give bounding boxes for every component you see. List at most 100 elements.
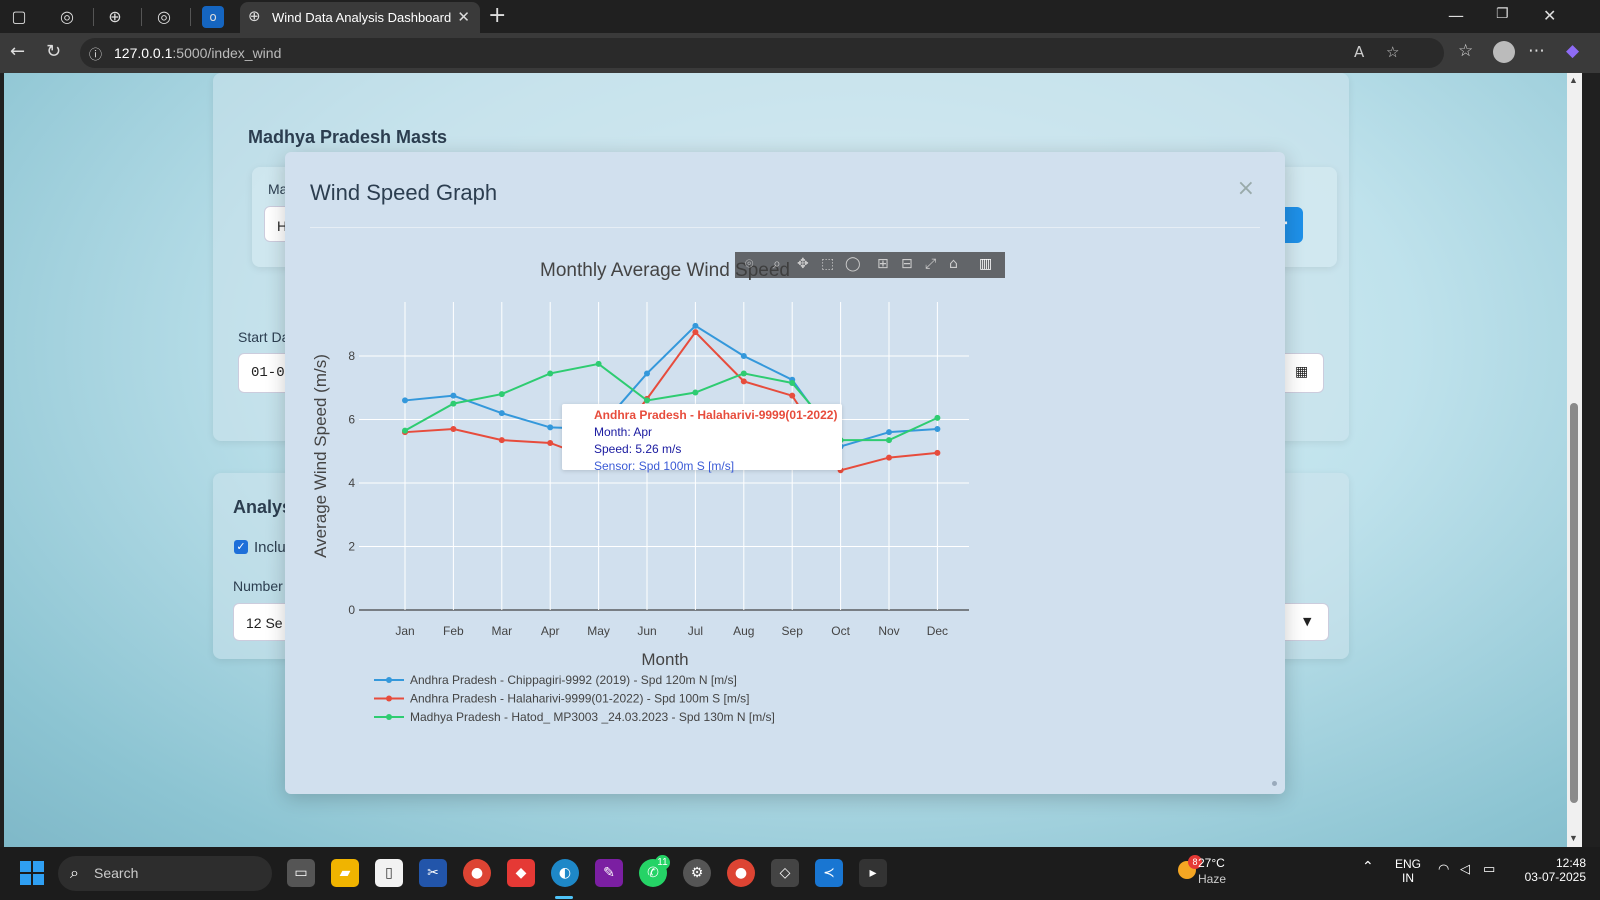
pan-icon[interactable]: ✥: [797, 256, 809, 272]
paint-icon[interactable]: ✎: [595, 859, 623, 887]
home-icon[interactable]: ⌂: [949, 256, 958, 272]
tab-actions-icon[interactable]: ▢: [8, 6, 30, 28]
number-select[interactable]: 12 Se: [233, 603, 293, 641]
git-icon[interactable]: ◇: [771, 859, 799, 887]
x-tick-label: May: [587, 624, 610, 638]
close-window-icon[interactable]: ✕: [1543, 6, 1556, 25]
taskbar-search[interactable]: ⌕ Search: [58, 856, 272, 891]
tooltip-month: Month: Apr: [594, 425, 653, 439]
plotly-logo-icon[interactable]: ▥: [979, 256, 992, 272]
data-point: [547, 370, 554, 377]
include-checkbox[interactable]: ✓: [234, 540, 248, 554]
include-label: Inclu: [254, 539, 286, 556]
anydesk-icon[interactable]: ◆: [507, 859, 535, 887]
data-point: [692, 329, 699, 336]
x-tick-label: Nov: [878, 624, 899, 638]
data-point: [886, 429, 892, 436]
back-icon[interactable]: ←: [10, 41, 25, 62]
tab-close-icon[interactable]: ✕: [457, 8, 470, 26]
data-point: [740, 352, 747, 359]
minimize-icon[interactable]: —: [1448, 6, 1464, 25]
chevron-down-icon: ▼: [1303, 615, 1312, 628]
legend-label: Andhra Pradesh - Halaharivi-9999(01-2022…: [410, 692, 750, 706]
tab-outlook-icon[interactable]: o: [202, 6, 224, 28]
tooltip-speed: Speed: 5.26 m/s: [594, 442, 682, 456]
settings-gear-icon[interactable]: ⚙: [683, 859, 711, 887]
tab-openai-icon-2[interactable]: ◎: [153, 6, 175, 28]
file-explorer-icon[interactable]: ▰: [331, 859, 359, 887]
favorites-icon[interactable]: ☆: [1458, 41, 1473, 61]
number-label: Number: [233, 578, 283, 594]
legend-marker: [386, 695, 392, 702]
temperature: 27°C: [1198, 856, 1225, 870]
camera-icon[interactable]: ⌾: [745, 256, 753, 272]
chrome-profile-icon[interactable]: ●: [727, 859, 755, 887]
info-icon[interactable]: ⓘ: [89, 44, 102, 63]
tab-separator: [93, 8, 94, 26]
x-tick-label: Aug: [733, 624, 754, 638]
section-title: Madhya Pradesh Masts: [248, 127, 448, 147]
url-text: 127.0.0.1:5000/index_wind: [114, 45, 282, 61]
refresh-icon[interactable]: ↻: [46, 41, 61, 62]
tab-globe-icon[interactable]: ⊕: [104, 6, 126, 28]
data-point: [692, 389, 699, 396]
active-app-indicator: [555, 896, 573, 899]
favorite-star-icon[interactable]: ☆: [1386, 43, 1399, 61]
resize-handle[interactable]: [1272, 781, 1277, 786]
lasso-icon[interactable]: ◯: [845, 256, 861, 272]
legend-marker: [386, 677, 392, 683]
data-point: [934, 449, 941, 456]
page-scrollbar[interactable]: ▲ ▼: [1567, 73, 1582, 847]
volume-icon[interactable]: ◁: [1460, 862, 1470, 877]
terminal-icon[interactable]: ▸: [859, 859, 887, 887]
legend-label: Andhra Pradesh - Chippagiri-9992 (2019) …: [410, 673, 737, 687]
y-tick-label: 8: [348, 349, 355, 363]
chrome-icon[interactable]: ●: [463, 859, 491, 887]
new-tab-button[interactable]: +: [488, 3, 506, 28]
restore-icon[interactable]: ❐: [1496, 6, 1509, 22]
battery-icon[interactable]: ▭: [1483, 862, 1495, 877]
data-point: [450, 400, 457, 407]
plot-modebar: ⌾ ⌕ ✥ ⬚ ◯ ⊞ ⊟ ⤢ ⌂ ▥: [735, 252, 1005, 278]
wind-speed-modal: Wind Speed Graph × Monthly Average Wind …: [285, 152, 1285, 794]
snipping-icon[interactable]: ✂: [419, 859, 447, 887]
data-point: [450, 392, 457, 399]
zoom-in-icon[interactable]: ⊞: [877, 256, 889, 272]
vscode-icon[interactable]: ≺: [815, 859, 843, 887]
scroll-down-icon: ▼: [1569, 833, 1578, 843]
wifi-icon[interactable]: ◠: [1438, 862, 1449, 877]
x-tick-label: Jan: [395, 624, 414, 638]
profile-avatar[interactable]: [1493, 41, 1515, 63]
data-point: [789, 392, 796, 399]
data-point: [886, 437, 892, 444]
data-point: [644, 397, 650, 404]
legend-label: Madhya Pradesh - Hatod_ MP3003 _24.03.20…: [410, 710, 775, 724]
data-point: [934, 426, 941, 433]
address-bar-row: ← ↻ ⓘ 127.0.0.1:5000/index_wind A ☆ ☆ ⋯ …: [0, 33, 1600, 73]
tooltip-sensor: Sensor: Spd 100m S [m/s]: [594, 459, 735, 473]
task-view-icon[interactable]: ▭: [287, 859, 315, 887]
autoscale-icon[interactable]: ⤢: [925, 256, 936, 272]
box-select-icon[interactable]: ⬚: [821, 256, 834, 272]
start-date-label: Start Da: [238, 329, 290, 345]
copilot-icon[interactable]: ◆: [1566, 41, 1579, 61]
more-icon[interactable]: ⋯: [1528, 41, 1545, 61]
legend-marker: [386, 714, 392, 720]
tab-openai-icon[interactable]: ◎: [56, 6, 78, 28]
windows-start-icon[interactable]: [20, 861, 44, 885]
y-axis-label: Average Wind Speed (m/s): [311, 354, 330, 558]
notepad-icon[interactable]: ▯: [375, 859, 403, 887]
zoom-out-icon[interactable]: ⊟: [901, 256, 913, 272]
chevron-up-icon[interactable]: ⌃: [1362, 859, 1374, 875]
data-point: [740, 370, 747, 377]
data-point: [934, 414, 941, 421]
weather-widget[interactable]: 27°C Haze: [1198, 856, 1226, 886]
url-field[interactable]: ⓘ 127.0.0.1:5000/index_wind A ☆: [80, 38, 1444, 68]
language-indicator[interactable]: ENG IN: [1395, 857, 1421, 885]
read-aloud-icon[interactable]: A: [1354, 43, 1364, 61]
scroll-thumb[interactable]: [1570, 403, 1578, 803]
edge-icon[interactable]: ◐: [551, 859, 579, 887]
zoom-icon[interactable]: ⌕: [773, 256, 781, 272]
clock[interactable]: 12:48 03-07-2025: [1506, 856, 1586, 884]
tab-active[interactable]: ⊕ Wind Data Analysis Dashboard ✕: [240, 2, 480, 33]
